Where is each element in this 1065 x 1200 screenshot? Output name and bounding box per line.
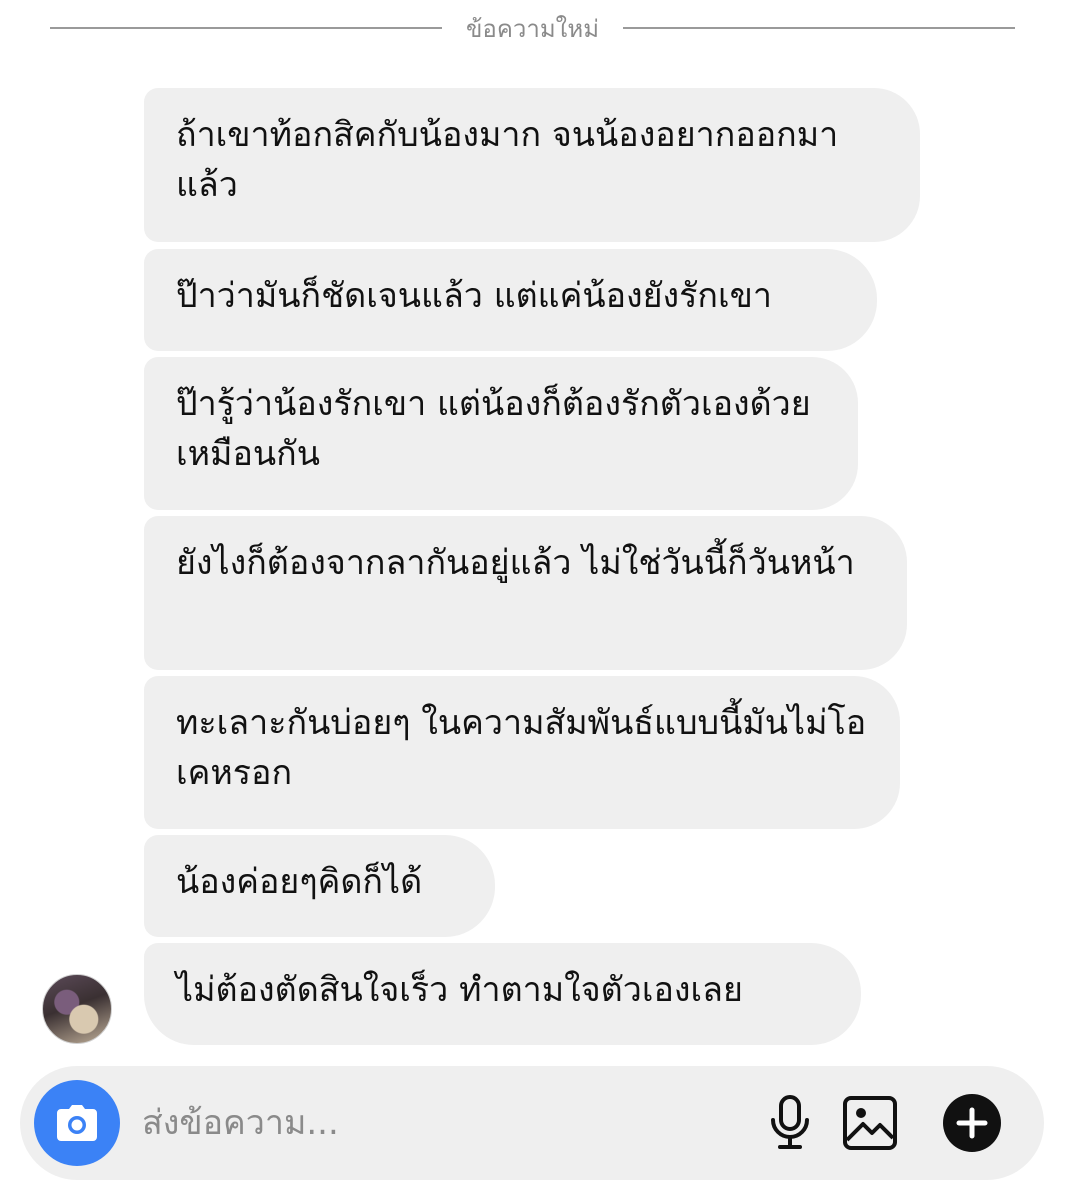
message-bubble[interactable]: ไม่ต้องตัดสินใจเร็ว ทำตามใจตัวเองเลย	[144, 943, 861, 1045]
camera-icon	[57, 1105, 97, 1141]
sender-avatar[interactable]	[42, 974, 112, 1044]
message-bubble[interactable]: น้องค่อยๆคิดก็ได้	[144, 835, 495, 937]
message-bubble[interactable]: ป๊าว่ามันก็ชัดเจนแล้ว แต่แค่น้องยังรักเข…	[144, 249, 877, 351]
message-bubble[interactable]: ถ้าเขาท้อกสิคกับน้องมาก จนน้องอยากออกมาแ…	[144, 88, 920, 242]
camera-button[interactable]	[34, 1080, 120, 1166]
divider-line-right	[623, 27, 1016, 29]
new-messages-divider: ข้อความใหม่	[50, 8, 1016, 48]
voice-message-button[interactable]	[755, 1088, 825, 1158]
microphone-icon	[771, 1095, 809, 1149]
message-bubble[interactable]: ยังไงก็ต้องจากลากันอยู่แล้ว ไม่ใช่วันนี้…	[144, 516, 907, 670]
message-composer	[20, 1066, 1044, 1180]
image-icon	[843, 1096, 897, 1150]
gallery-button[interactable]	[835, 1088, 905, 1158]
add-button[interactable]	[937, 1088, 1007, 1158]
message-bubble[interactable]: ทะเลาะกันบ่อยๆ ในความสัมพันธ์แบบนี้มันไม…	[144, 676, 900, 829]
message-input[interactable]	[142, 1094, 702, 1152]
plus-circle-icon	[943, 1094, 1001, 1152]
divider-line-left	[50, 27, 442, 29]
new-messages-label: ข้อความใหม่	[466, 14, 600, 43]
message-bubble[interactable]: ป๊ารู้ว่าน้องรักเขา แต่น้องก็ต้องรักตัวเ…	[144, 357, 858, 510]
chat-screen: ข้อความใหม่ ถ้าเขาท้อกสิคกับน้องมาก จนน้…	[0, 0, 1065, 1200]
